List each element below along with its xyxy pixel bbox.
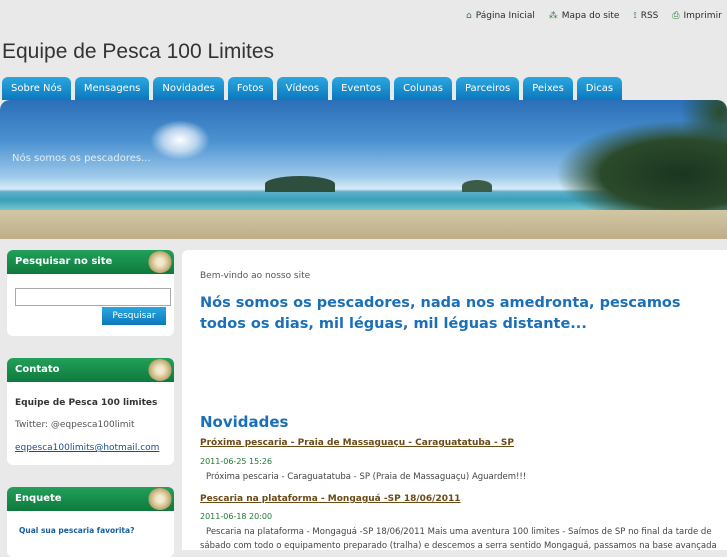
poll-panel-title: Enquete	[15, 493, 62, 504]
nav-tab-parceiros[interactable]: Parceiros	[455, 77, 520, 100]
sun-glow	[150, 120, 210, 160]
island-small	[462, 180, 492, 192]
top-link-home[interactable]: ⌂ Página Inicial	[466, 11, 535, 21]
main-content: Bem-vindo ao nosso site Nós somos os pes…	[182, 250, 727, 551]
top-link-label: Imprimir	[683, 11, 722, 21]
shell-icon	[148, 359, 172, 381]
news-section-title: Novidades	[200, 413, 289, 431]
nav-tab-colunas[interactable]: Colunas	[394, 77, 452, 100]
search-button[interactable]: Pesquisar	[102, 307, 166, 325]
poll-question: Qual sua pescaria favorita?	[19, 526, 135, 535]
nav-tab-mensagens[interactable]: Mensagens	[74, 77, 150, 100]
home-icon: ⌂	[466, 11, 472, 21]
rss-icon: ⟟	[633, 11, 637, 21]
contact-panel-header: Contato	[7, 358, 174, 382]
contact-name: Equipe de Pesca 100 limites	[15, 398, 158, 408]
nav-tab-eventos[interactable]: Eventos	[332, 77, 391, 100]
nav-tab-fotos[interactable]: Fotos	[227, 77, 273, 100]
search-input[interactable]	[15, 288, 171, 306]
contact-twitter: Twitter: @eqpesca100limit	[15, 420, 135, 430]
search-panel-header: Pesquisar no site	[7, 250, 174, 274]
top-link-label: Página Inicial	[475, 11, 535, 21]
search-panel-title: Pesquisar no site	[15, 256, 113, 267]
news-post-title-link[interactable]: Próxima pescaria - Praia de Massaguaçu -…	[200, 438, 514, 448]
top-link-label: RSS	[640, 11, 659, 21]
top-link-sitemap[interactable]: ⁂ Mapa do site	[549, 11, 620, 21]
palm-foliage	[680, 100, 727, 160]
site-title[interactable]: Equipe de Pesca 100 Limites	[2, 40, 274, 64]
news-post-date: 2011-06-18 20:00	[200, 512, 273, 521]
contact-email-link[interactable]: eqpesca100limits@hotmail.com	[15, 443, 159, 453]
nav-tab-novidades[interactable]: Novidades	[153, 77, 224, 100]
top-link-print[interactable]: ⎙ Imprimir	[672, 11, 722, 21]
print-icon: ⎙	[672, 11, 680, 21]
main-nav: Sobre Nós Mensagens Novidades Fotos Víde…	[2, 77, 623, 101]
top-links: ⌂ Página Inicial ⁂ Mapa do site ⟟ RSS ⎙ Impr…	[466, 11, 727, 21]
sitemap-icon: ⁂	[548, 11, 558, 21]
news-post-date: 2011-06-25 15:26	[200, 457, 273, 466]
shell-icon	[148, 251, 172, 273]
poll-panel-header: Enquete	[7, 487, 174, 511]
news-post-body: Próxima pescaria - Caraguatatuba - SP (P…	[206, 472, 527, 482]
top-link-label: Mapa do site	[561, 11, 620, 21]
welcome-text: Bem-vindo ao nosso site	[200, 271, 311, 281]
shell-icon	[148, 488, 172, 510]
top-link-rss[interactable]: ⟟ RSS	[633, 11, 658, 21]
nav-tab-dicas[interactable]: Dicas	[576, 77, 623, 100]
island	[265, 176, 335, 192]
header-banner: Nós somos os pescadores...	[0, 100, 727, 239]
nav-tab-sobre-nos[interactable]: Sobre Nós	[2, 77, 71, 100]
contact-panel-title: Contato	[15, 364, 60, 375]
nav-tab-videos[interactable]: Vídeos	[276, 77, 329, 100]
headline: Nós somos os pescadores, nada nos amedro…	[200, 295, 681, 332]
contact-panel: Contato Equipe de Pesca 100 limites Twit…	[7, 358, 174, 465]
news-post-body: Pescaria na plataforma - Mongaguá -SP 18…	[200, 527, 717, 551]
nav-tab-peixes[interactable]: Peixes	[523, 77, 573, 100]
news-post-title-link[interactable]: Pescaria na plataforma - Mongaguá -SP 18…	[200, 494, 461, 504]
search-panel: Pesquisar no site Pesquisar	[7, 250, 174, 336]
beach-sand	[0, 210, 727, 239]
banner-caption: Nós somos os pescadores...	[12, 153, 151, 164]
poll-panel: Enquete Qual sua pescaria favorita?	[7, 487, 174, 557]
